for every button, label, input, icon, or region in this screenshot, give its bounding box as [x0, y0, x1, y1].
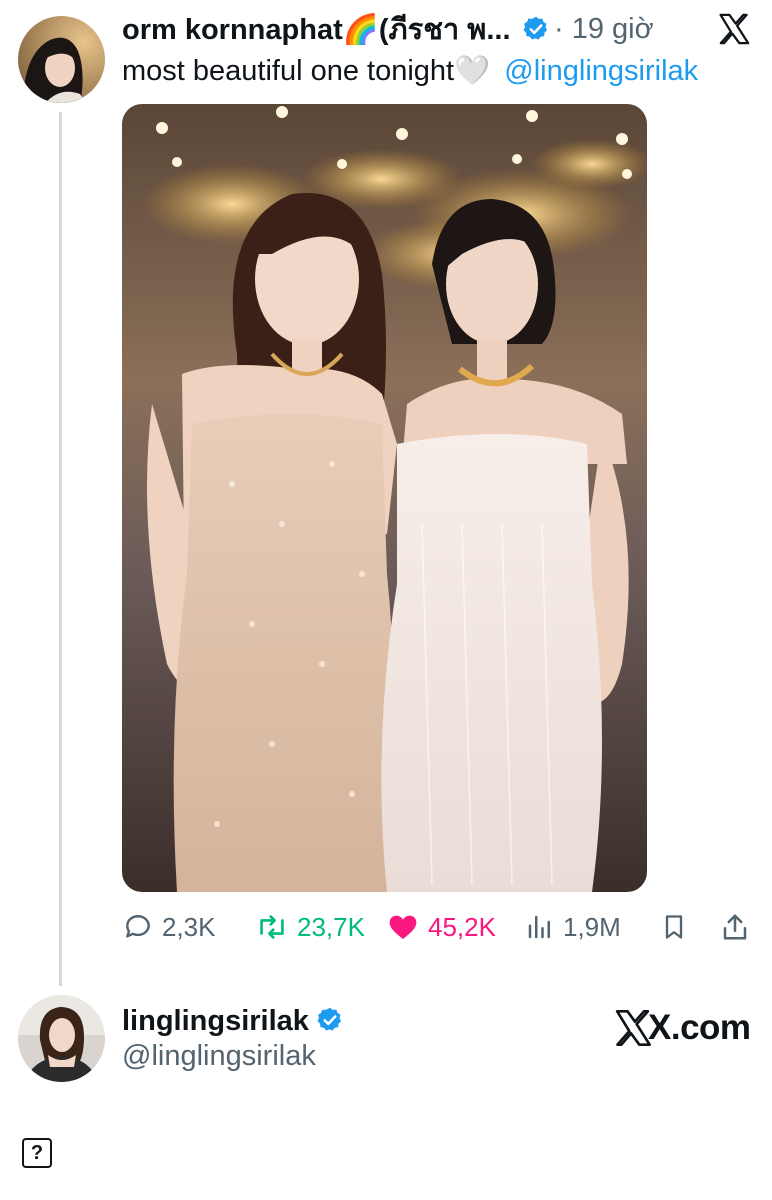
tweet-body: most beautiful one tonight🤍 — [122, 55, 491, 87]
mention-link[interactable]: @linglingsirilak — [504, 55, 698, 87]
reply-button[interactable]: 2,3K — [122, 905, 216, 949]
tweet-timestamp[interactable]: · 19 giờ — [554, 13, 654, 46]
help-icon[interactable]: ? — [22, 1138, 52, 1168]
views-count: 1,9M — [563, 911, 621, 942]
retweet-icon — [260, 915, 284, 939]
site-label: X.com — [648, 1008, 751, 1047]
x-dot-com-logo[interactable]: X.com — [612, 1008, 751, 1048]
share-icon — [723, 914, 747, 940]
heart-icon — [389, 915, 417, 939]
share-button[interactable] — [720, 905, 758, 949]
views-button[interactable]: 1,9M — [525, 905, 621, 949]
quoted-verified-badge-icon — [316, 1006, 344, 1034]
like-count: 45,2K — [428, 911, 496, 942]
tweet-text: most beautiful one tonight🤍 @linglingsir… — [122, 53, 698, 89]
quoted-handle[interactable]: @linglingsirilak — [122, 1040, 316, 1073]
thread-line — [59, 112, 62, 986]
tweet-photo[interactable] — [122, 104, 647, 892]
retweet-button[interactable]: 23,7K — [255, 905, 365, 949]
help-glyph: ? — [30, 1142, 44, 1164]
bookmark-button[interactable] — [660, 905, 696, 949]
like-button[interactable]: 45,2K — [386, 905, 496, 949]
verified-badge-icon — [522, 15, 550, 43]
retweet-count: 23,7K — [297, 911, 365, 942]
quoted-avatar[interactable] — [18, 995, 105, 1082]
reply-icon — [126, 915, 150, 938]
author-name[interactable]: orm kornnaphat🌈(ภีรชา พ... — [122, 13, 511, 47]
bookmark-icon — [665, 915, 683, 939]
reply-count: 2,3K — [162, 911, 216, 942]
author-avatar[interactable] — [18, 16, 105, 103]
quoted-name[interactable]: linglingsirilak — [122, 1004, 309, 1038]
x-logo-icon[interactable] — [717, 12, 751, 46]
views-icon — [528, 915, 550, 939]
